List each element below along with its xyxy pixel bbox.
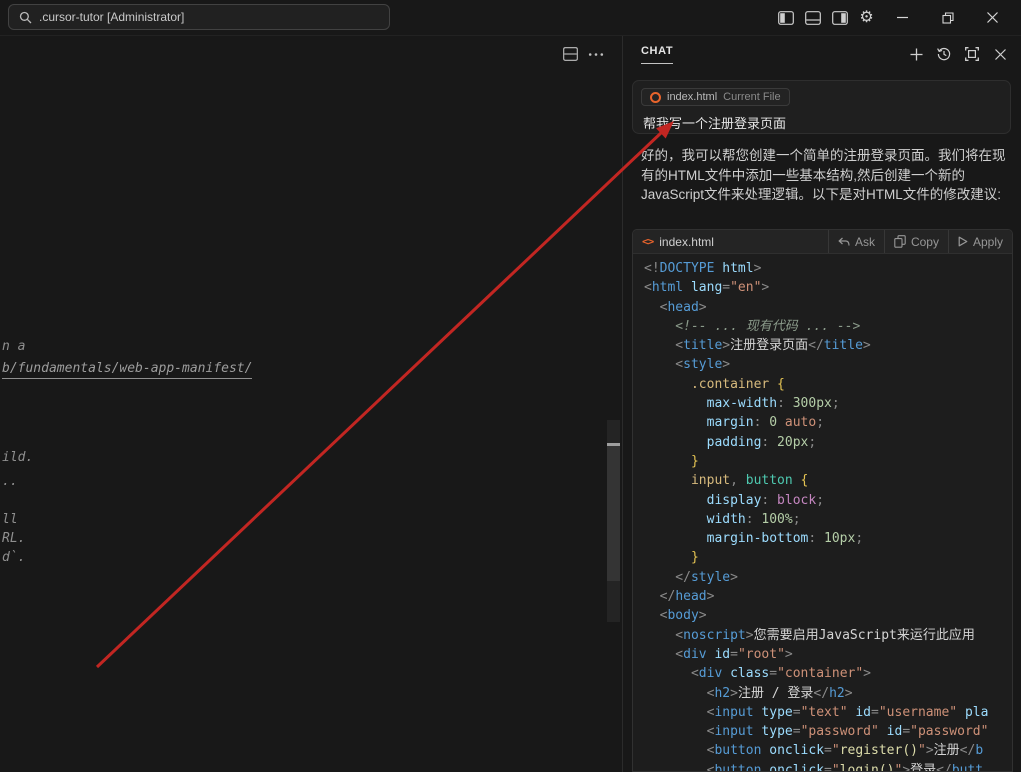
search-text: .cursor-tutor [Administrator] — [39, 10, 184, 24]
code-block-filename: <> index.html — [633, 235, 828, 249]
editor-scrollbar-thumb[interactable] — [607, 446, 620, 581]
context-file-pill[interactable]: index.html Current File — [641, 88, 790, 106]
toggle-sidebar-left-icon[interactable] — [772, 0, 799, 35]
apply-button[interactable]: Apply — [948, 230, 1012, 253]
editor-area[interactable]: n a b/fundamentals/web-app-manifest/ ild… — [0, 36, 622, 772]
command-center-search[interactable]: .cursor-tutor [Administrator] — [8, 4, 390, 30]
html-file-icon — [650, 92, 661, 103]
ask-arrow-icon — [838, 237, 850, 247]
user-message-card: index.html Current File 帮我写一个注册登录页面 — [632, 80, 1011, 134]
assistant-response-line: 有的HTML文件中添加一些基本结构,然后创建一个新的 — [641, 166, 1015, 186]
user-message-text: 帮我写一个注册登录页面 — [633, 108, 1010, 132]
assistant-response-line: JavaScript文件来处理逻辑。以下是对HTML文件的修改建议: — [641, 185, 1015, 205]
more-actions-icon[interactable] — [588, 52, 604, 57]
window-restore-button[interactable] — [925, 0, 970, 35]
editor-link-fragment[interactable]: b/fundamentals/web-app-manifest/ — [2, 360, 252, 379]
chat-close-icon[interactable] — [989, 43, 1011, 65]
editor-text-fragment: n a — [2, 338, 25, 355]
editor-text-fragment: RL. — [2, 530, 25, 547]
editor-toolbar — [0, 36, 622, 72]
copy-icon — [894, 235, 906, 248]
window-close-button[interactable] — [970, 0, 1015, 35]
settings-gear-icon[interactable]: ⚙ — [853, 0, 880, 35]
copy-button[interactable]: Copy — [884, 230, 948, 253]
editor-text-fragment: .. — [2, 473, 18, 490]
split-editor-icon[interactable] — [563, 47, 578, 61]
chat-panel-header: CHAT — [623, 36, 1021, 72]
toggle-panel-bottom-icon[interactable] — [799, 0, 826, 35]
context-file-name: index.html — [667, 91, 717, 103]
context-file-suffix: Current File — [723, 91, 780, 103]
search-icon — [19, 11, 32, 24]
play-icon — [958, 236, 968, 247]
new-chat-plus-icon[interactable] — [905, 43, 927, 65]
chat-history-icon[interactable] — [933, 43, 955, 65]
toggle-sidebar-right-icon[interactable] — [826, 0, 853, 35]
screenshot-frame-icon[interactable] — [961, 43, 983, 65]
ask-button[interactable]: Ask — [828, 230, 884, 253]
chat-panel: CHAT index.html Current File 帮我写一个注册登录页面… — [622, 36, 1021, 772]
window-minimize-button[interactable] — [880, 0, 925, 35]
tab-chat[interactable]: CHAT — [641, 45, 673, 64]
code-lines[interactable]: <!DOCTYPE html><html lang="en"> <head> <… — [633, 254, 1012, 772]
code-block-header: <> index.html Ask Copy Apply — [633, 230, 1012, 254]
editor-text-fragment: d`. — [2, 549, 25, 566]
code-block: <> index.html Ask Copy Apply — [632, 229, 1013, 772]
assistant-response: 好的，我可以帮您创建一个简单的注册登录页面。我们将在现 有的HTML文件中添加一… — [641, 146, 1015, 205]
assistant-response-line: 好的，我可以帮您创建一个简单的注册登录页面。我们将在现 — [641, 146, 1015, 166]
editor-text-fragment: ll — [2, 511, 18, 528]
editor-text-fragment: ild. — [2, 449, 33, 466]
code-lang-icon: <> — [642, 235, 653, 248]
window-titlebar: .cursor-tutor [Administrator] ⚙ — [0, 0, 1021, 36]
